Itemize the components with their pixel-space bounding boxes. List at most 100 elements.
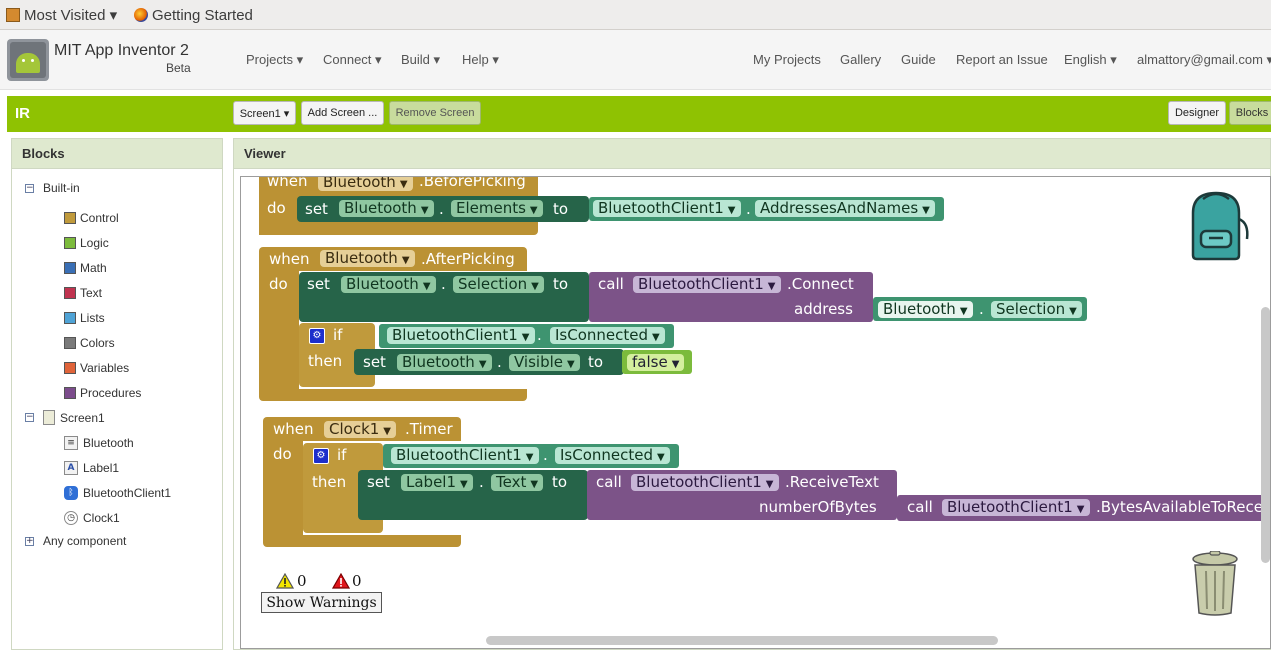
expand-icon[interactable]: + <box>25 536 34 546</box>
component-clock1[interactable]: ◷ Clock1 <box>64 505 215 530</box>
block-keyword: do <box>273 445 292 463</box>
backpack-icon[interactable] <box>1181 189 1251 261</box>
property-dropdown[interactable]: AddressesAndNames ▼ <box>755 200 935 217</box>
block-dot: . <box>979 300 984 318</box>
variables-swatch-icon <box>64 361 76 374</box>
component-dropdown[interactable]: Label1 ▼ <box>401 474 473 491</box>
property-dropdown[interactable]: Visible ▼ <box>509 354 580 371</box>
warning-icon <box>276 573 294 589</box>
event-block-footer <box>259 389 527 401</box>
block-keyword: to <box>588 353 604 371</box>
category-label: Logic <box>80 235 109 250</box>
category-label: Control <box>80 210 119 225</box>
folder-icon <box>6 8 20 22</box>
block-dot: . <box>439 200 444 218</box>
component-dropdown[interactable]: BluetoothClient1 ▼ <box>633 276 781 293</box>
tree-any-component[interactable]: + Any component <box>25 530 215 552</box>
show-warnings-button[interactable]: Show Warnings <box>261 592 382 613</box>
property-dropdown[interactable]: IsConnected ▼ <box>550 327 665 344</box>
screen-select[interactable]: Screen1 ▾ <box>233 101 296 125</box>
designer-button[interactable]: Designer <box>1168 101 1226 125</box>
bookmark-most-visited[interactable]: Most Visited ▾ <box>6 4 117 26</box>
blocks-panel-title: Blocks <box>12 139 222 169</box>
component-dropdown[interactable]: Bluetooth ▼ <box>878 301 973 318</box>
block-dot: . <box>479 473 484 491</box>
property-dropdown[interactable]: Selection ▼ <box>453 276 544 293</box>
menu-language[interactable]: English ▾ <box>1064 52 1117 68</box>
component-label1[interactable]: A Label1 <box>64 455 215 480</box>
blocks-workspace[interactable]: when Bluetooth ▼ .BeforePicking do set Bl… <box>240 176 1271 649</box>
link-report-issue[interactable]: Report an Issue <box>956 52 1048 67</box>
component-dropdown[interactable]: Clock1 ▼ <box>324 421 396 438</box>
block-dot: . <box>441 275 446 293</box>
app-title: MIT App Inventor 2 <box>54 42 189 59</box>
block-keyword: then <box>312 473 347 491</box>
category-lists[interactable]: Lists <box>64 305 215 330</box>
property-dropdown[interactable]: Selection ▼ <box>991 301 1082 318</box>
vertical-scrollbar[interactable] <box>1261 307 1270 563</box>
link-my-projects[interactable]: My Projects <box>753 52 821 67</box>
block-keyword: set <box>307 275 330 293</box>
method-name: .ReceiveText <box>785 473 879 491</box>
component-bluetoothclient1[interactable]: ᛒ BluetoothClient1 <box>64 480 215 505</box>
component-label: BluetoothClient1 <box>83 485 172 500</box>
component-dropdown[interactable]: Bluetooth ▼ <box>339 200 434 217</box>
component-dropdown[interactable]: BluetoothClient1 ▼ <box>942 499 1090 516</box>
category-colors[interactable]: Colors <box>64 330 215 355</box>
category-logic[interactable]: Logic <box>64 230 215 255</box>
category-label: Procedures <box>80 385 142 400</box>
component-dropdown[interactable]: BluetoothClient1 ▼ <box>387 327 535 344</box>
link-guide[interactable]: Guide <box>901 52 936 67</box>
blocks-tree: − Built-in Control Logic Math Text Lists… <box>25 178 215 552</box>
property-dropdown[interactable]: IsConnected ▼ <box>555 447 670 464</box>
event-block-footer <box>263 535 461 547</box>
label-icon: A <box>64 460 78 475</box>
component-dropdown[interactable]: Bluetooth ▼ <box>318 177 413 191</box>
block-dot: . <box>746 200 751 218</box>
component-dropdown[interactable]: BluetoothClient1 ▼ <box>593 200 741 217</box>
lists-swatch-icon <box>64 311 76 324</box>
remove-screen-button[interactable]: Remove Screen <box>389 101 481 125</box>
boolean-dropdown[interactable]: false ▼ <box>627 354 685 371</box>
blocks-button[interactable]: Blocks <box>1229 101 1271 125</box>
add-screen-button[interactable]: Add Screen ... <box>301 101 384 125</box>
component-dropdown[interactable]: Bluetooth ▼ <box>341 276 436 293</box>
link-gallery[interactable]: Gallery <box>840 52 881 67</box>
category-math[interactable]: Math <box>64 255 215 280</box>
block-keyword: set <box>363 353 386 371</box>
menu-help[interactable]: Help ▾ <box>462 52 499 68</box>
component-dropdown[interactable]: BluetoothClient1 ▼ <box>631 474 779 491</box>
tree-label: Screen1 <box>60 410 105 425</box>
collapse-icon[interactable]: − <box>25 183 34 193</box>
component-dropdown[interactable]: Bluetooth ▼ <box>320 250 415 267</box>
menu-projects[interactable]: Projects ▾ <box>246 52 303 68</box>
app-logo[interactable] <box>7 39 49 81</box>
tree-builtin[interactable]: − Built-in <box>25 178 215 198</box>
menu-connect[interactable]: Connect ▾ <box>323 52 382 68</box>
menu-account[interactable]: almattory@gmail.com ▾ <box>1137 52 1271 68</box>
colors-swatch-icon <box>64 336 76 349</box>
collapse-icon[interactable]: − <box>25 413 34 422</box>
horizontal-scrollbar[interactable] <box>486 636 998 645</box>
block-keyword: to <box>553 275 569 293</box>
category-text[interactable]: Text <box>64 280 215 305</box>
category-procedures[interactable]: Procedures <box>64 380 215 405</box>
argument-label: address <box>794 300 853 318</box>
tree-screen1[interactable]: − Screen1 <box>25 405 215 430</box>
block-keyword: do <box>269 275 288 293</box>
warning-count: 0 <box>297 572 307 590</box>
gear-icon[interactable]: ⚙ <box>309 328 325 344</box>
category-control[interactable]: Control <box>64 205 215 230</box>
gear-icon[interactable]: ⚙ <box>313 448 329 464</box>
component-bluetooth[interactable]: ≡ Bluetooth <box>64 430 215 455</box>
bookmark-getting-started[interactable]: Getting Started <box>134 4 253 26</box>
component-dropdown[interactable]: BluetoothClient1 ▼ <box>391 447 539 464</box>
property-dropdown[interactable]: Text ▼ <box>491 474 544 491</box>
trash-icon[interactable] <box>1189 551 1241 617</box>
category-label: Variables <box>80 360 130 375</box>
block-keyword: if <box>333 326 343 344</box>
menu-build[interactable]: Build ▾ <box>401 52 440 68</box>
category-variables[interactable]: Variables <box>64 355 215 380</box>
component-dropdown[interactable]: Bluetooth ▼ <box>397 354 492 371</box>
property-dropdown[interactable]: Elements ▼ <box>451 200 543 217</box>
